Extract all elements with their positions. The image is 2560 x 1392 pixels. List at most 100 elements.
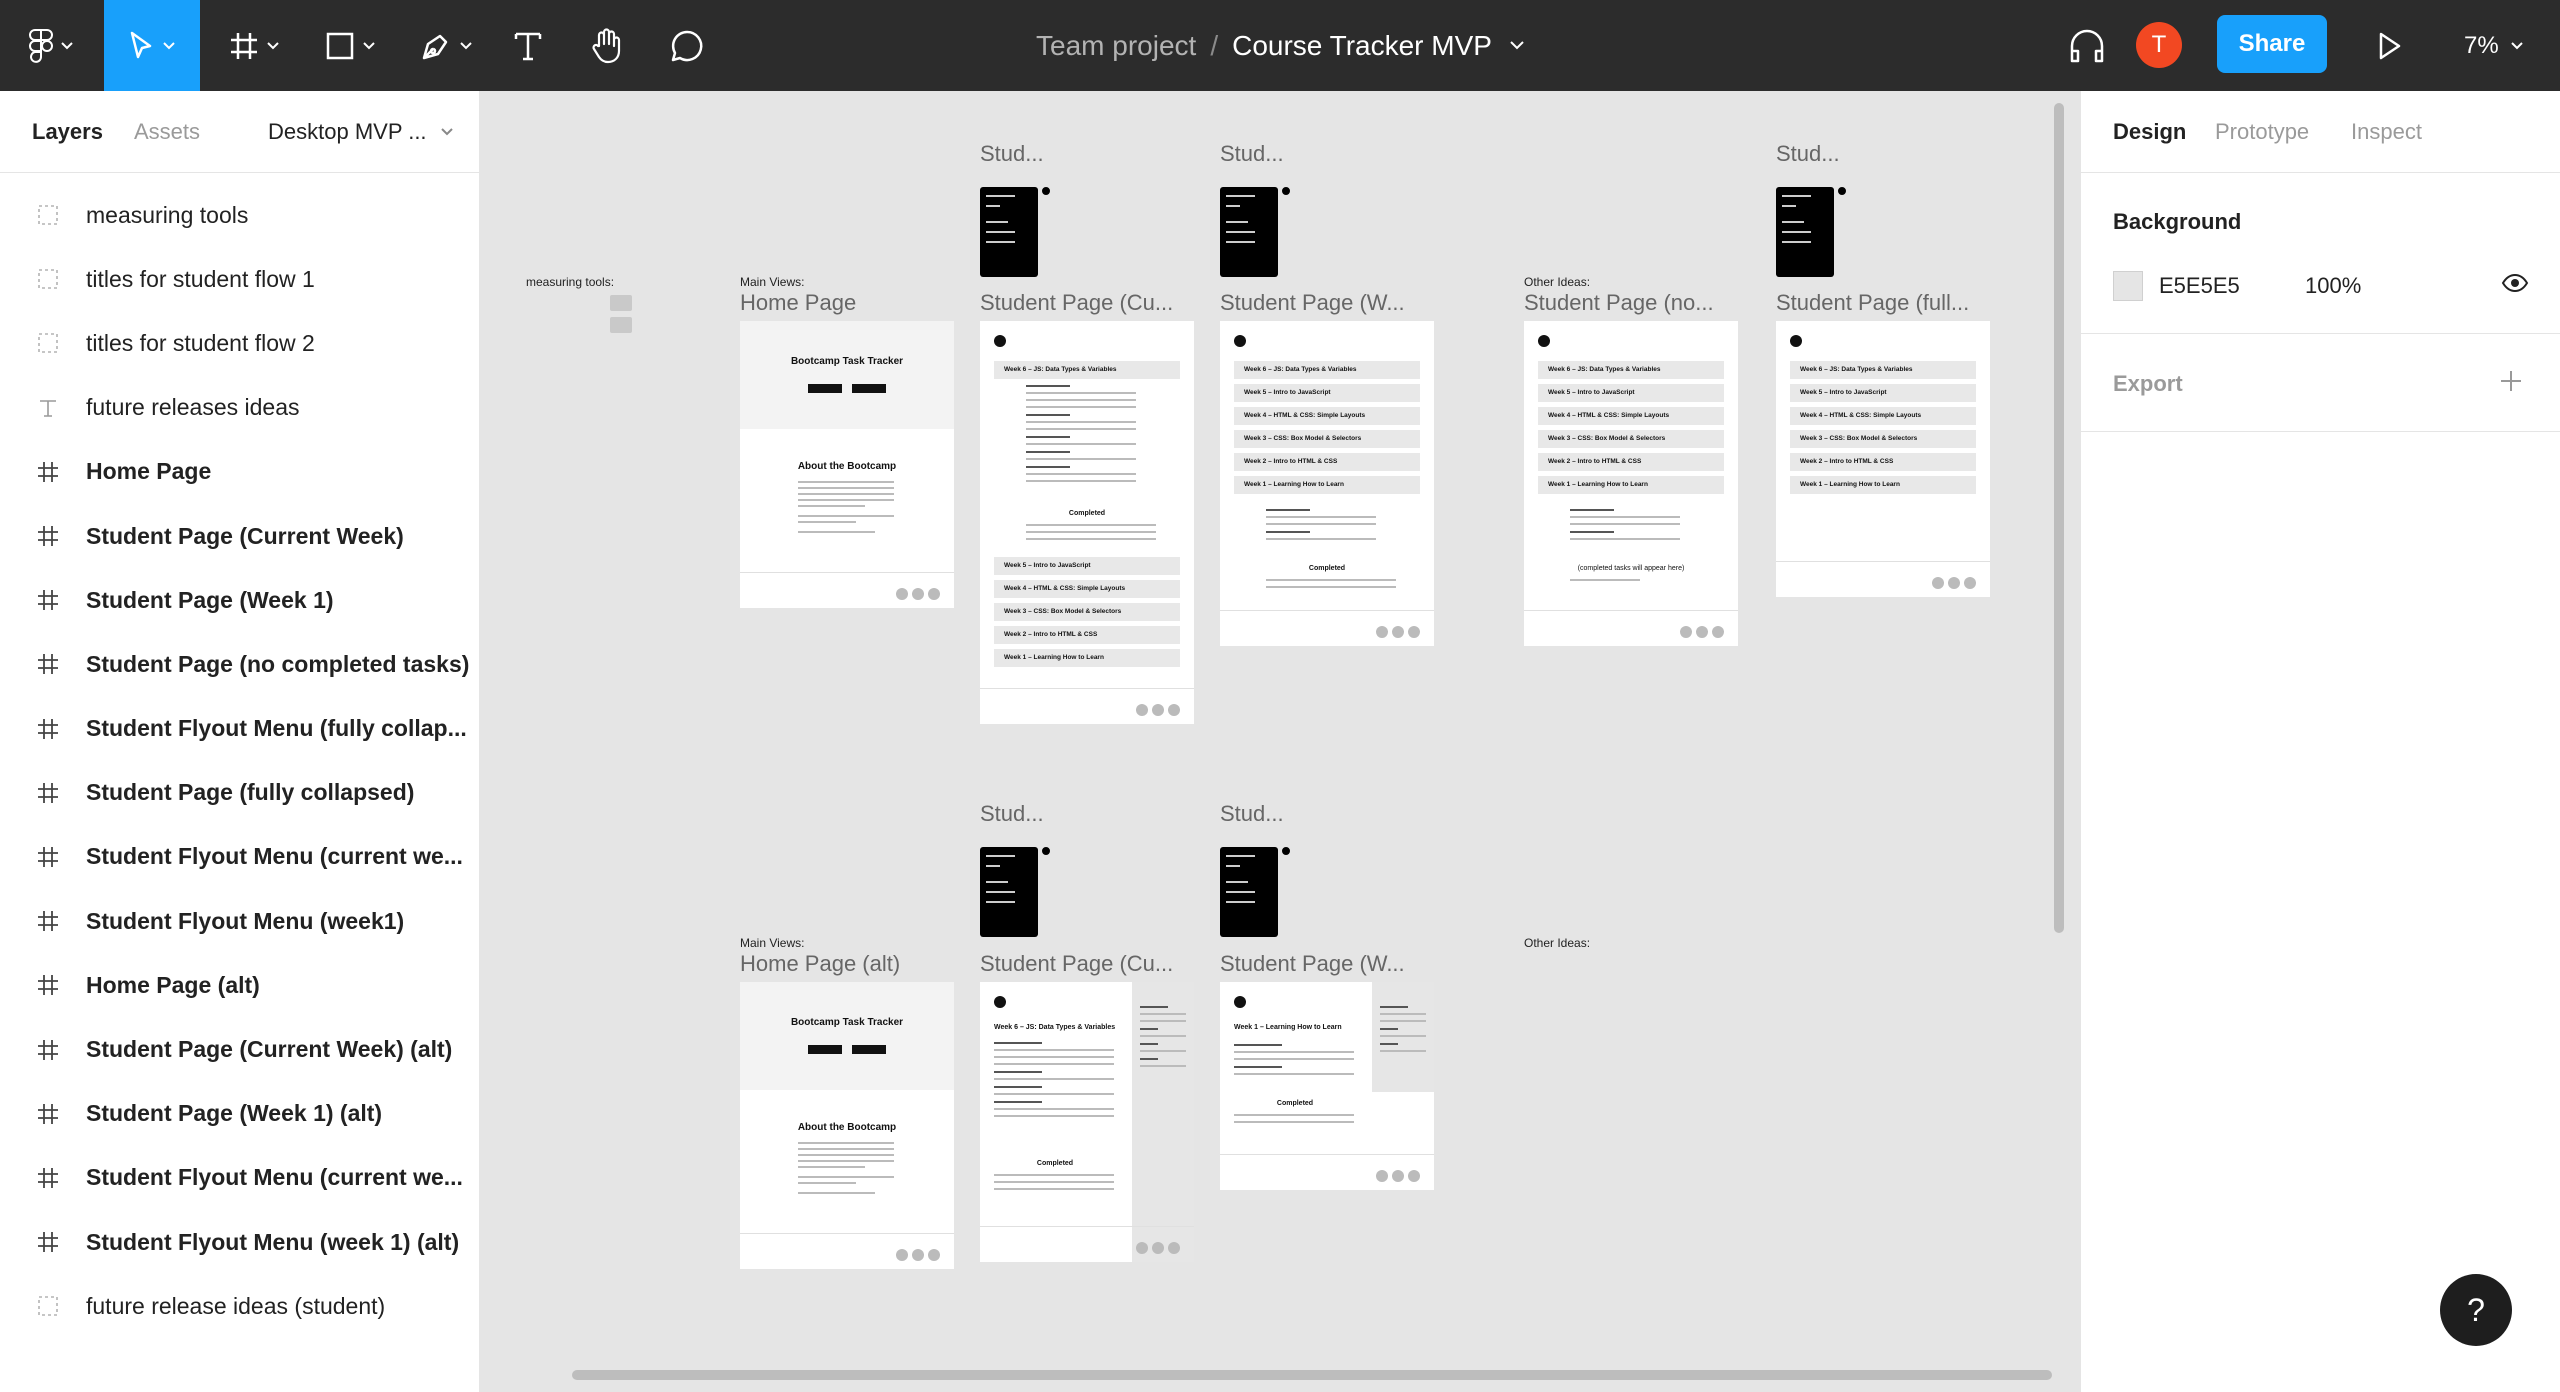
- frame-title-week1-alt[interactable]: Student Page (W...: [1220, 951, 1405, 977]
- frame-title-stud[interactable]: Stud...: [1220, 141, 1284, 167]
- flyout-menu-frame[interactable]: [980, 185, 1052, 277]
- home-page-frame[interactable]: Bootcamp Task Tracker About the Bootcamp: [740, 321, 954, 608]
- frame-title-full[interactable]: Student Page (full...: [1776, 290, 1969, 316]
- tab-inspect[interactable]: Inspect: [2351, 119, 2422, 145]
- comment-tool-button[interactable]: [658, 0, 716, 91]
- frame-title-home[interactable]: Home Page: [740, 290, 856, 316]
- layer-item[interactable]: Student Page (no completed tasks): [0, 632, 480, 696]
- layer-item[interactable]: measuring tools: [0, 183, 480, 247]
- page-selector[interactable]: Desktop MVP ...: [268, 119, 453, 145]
- frame-title-week1[interactable]: Student Page (W...: [1220, 290, 1405, 316]
- pen-tool-button[interactable]: [408, 0, 484, 91]
- week-heading: Week 6 – JS: Data Types & Variables: [1538, 361, 1724, 379]
- plus-icon[interactable]: [2499, 369, 2523, 393]
- student-page-full-frame[interactable]: Week 6 – JS: Data Types & Variables Week…: [1776, 321, 1990, 597]
- week-heading: Week 6 – JS: Data Types & Variables: [1234, 361, 1420, 379]
- frame-title-stud[interactable]: Stud...: [980, 141, 1044, 167]
- frame-title-stud[interactable]: Stud...: [980, 801, 1044, 827]
- vertical-scrollbar[interactable]: [2054, 103, 2064, 933]
- chevron-down-icon: [267, 41, 279, 49]
- horizontal-scrollbar[interactable]: [572, 1370, 2052, 1380]
- share-button[interactable]: Share: [2217, 15, 2327, 73]
- layer-item[interactable]: future release ideas (student): [0, 1274, 480, 1338]
- layer-label: Student Page (no completed tasks): [86, 650, 470, 677]
- frame-title-current[interactable]: Student Page (Cu...: [980, 290, 1173, 316]
- move-tool-button[interactable]: [104, 0, 200, 91]
- layer-item[interactable]: Student Flyout Menu (week1): [0, 889, 480, 953]
- tab-prototype[interactable]: Prototype: [2215, 119, 2309, 145]
- shape-tool-button[interactable]: [312, 0, 388, 91]
- home-title: Bootcamp Task Tracker: [790, 356, 904, 367]
- week-heading: Week 1 – Learning How to Learn: [1538, 476, 1724, 494]
- flyout-menu-frame[interactable]: [1776, 185, 1848, 277]
- student-page-current-frame[interactable]: Week 6 – JS: Data Types & Variables Comp…: [980, 321, 1194, 724]
- layer-item[interactable]: Home Page (alt): [0, 953, 480, 1017]
- week-heading: Week 1 – Learning How to Learn: [1234, 1024, 1342, 1031]
- chevron-down-icon: [363, 41, 375, 49]
- flyout-menu-frame[interactable]: [980, 845, 1052, 937]
- layer-item[interactable]: Home Page: [0, 440, 480, 504]
- frame-tool-button[interactable]: [216, 0, 292, 91]
- week-heading: Week 3 – CSS: Box Model & Selectors: [1538, 430, 1724, 448]
- chevron-down-icon: [2510, 41, 2523, 49]
- layer-item[interactable]: Student Page (Current Week) (alt): [0, 1017, 480, 1081]
- layer-item[interactable]: Student Flyout Menu (week 1) (alt): [0, 1210, 480, 1274]
- student-page-no-completed-frame[interactable]: Week 6 – JS: Data Types & Variables Week…: [1524, 321, 1738, 646]
- layer-item[interactable]: titles for student flow 2: [0, 311, 480, 375]
- page-name: Desktop MVP ...: [268, 119, 427, 144]
- flyout-menu-frame[interactable]: [1220, 845, 1292, 937]
- layer-item[interactable]: Student Page (Week 1): [0, 568, 480, 632]
- text-tool-button[interactable]: [500, 0, 556, 91]
- frame-title-stud[interactable]: Stud...: [1776, 141, 1840, 167]
- layer-item[interactable]: Student Page (fully collapsed): [0, 761, 480, 825]
- flyout-menu-frame[interactable]: [1220, 185, 1292, 277]
- layer-item[interactable]: Student Flyout Menu (current we...: [0, 1146, 480, 1210]
- background-color-swatch[interactable]: [2113, 271, 2143, 301]
- frame-title-no-completed[interactable]: Student Page (no...: [1524, 290, 1714, 316]
- layer-item[interactable]: Student Flyout Menu (fully collap...: [0, 697, 480, 761]
- week-heading: Week 1 – Learning How to Learn: [994, 649, 1180, 667]
- avatar[interactable]: T: [2136, 22, 2182, 68]
- measuring-tools-shape[interactable]: [610, 295, 632, 339]
- frame-title-current-alt[interactable]: Student Page (Cu...: [980, 951, 1173, 977]
- student-page-week1-frame[interactable]: Week 6 – JS: Data Types & Variables Week…: [1220, 321, 1434, 646]
- export-section-title[interactable]: Export: [2113, 371, 2183, 397]
- frame-icon: [34, 907, 62, 935]
- eye-icon[interactable]: [2501, 273, 2529, 293]
- hand-tool-button[interactable]: [578, 0, 636, 91]
- background-hex-input[interactable]: E5E5E5: [2159, 273, 2240, 299]
- layer-item[interactable]: Student Page (Current Week): [0, 504, 480, 568]
- zoom-level: 7%: [2464, 31, 2499, 59]
- chevron-down-icon[interactable]: [1510, 41, 1524, 50]
- group-icon: [34, 1292, 62, 1320]
- canvas[interactable]: measuring tools: Main Views: Home Page S…: [480, 91, 2080, 1392]
- file-name[interactable]: Course Tracker MVP: [1232, 30, 1492, 62]
- layer-item[interactable]: titles for student flow 1: [0, 247, 480, 311]
- figma-menu-icon: [29, 28, 53, 63]
- breadcrumb-team[interactable]: Team project: [1036, 30, 1196, 62]
- frame-icon: [34, 715, 62, 743]
- group-icon: [34, 201, 62, 229]
- zoom-dropdown[interactable]: 7%: [2464, 0, 2523, 91]
- home-page-alt-frame[interactable]: Bootcamp Task Tracker About the Bootcamp: [740, 982, 954, 1269]
- frame-icon: [34, 1036, 62, 1064]
- frame-title-home-alt[interactable]: Home Page (alt): [740, 951, 900, 977]
- completed-placeholder: (completed tasks will appear here): [1577, 565, 1685, 572]
- layer-item[interactable]: Student Page (Week 1) (alt): [0, 1082, 480, 1146]
- layer-item[interactable]: future releases ideas: [0, 376, 480, 440]
- help-button[interactable]: ?: [2440, 1274, 2512, 1346]
- student-page-current-alt-frame[interactable]: Week 6 – JS: Data Types & Variables Comp…: [980, 982, 1194, 1262]
- tab-design[interactable]: Design: [2113, 119, 2186, 145]
- background-opacity-input[interactable]: 100%: [2305, 273, 2361, 299]
- tab-assets[interactable]: Assets: [134, 119, 200, 145]
- student-page-week1-alt-frame[interactable]: Week 1 – Learning How to Learn Completed: [1220, 982, 1434, 1190]
- layer-item[interactable]: Student Flyout Menu (current we...: [0, 825, 480, 889]
- layer-label: Student Page (fully collapsed): [86, 779, 415, 806]
- figma-menu-button[interactable]: [18, 0, 84, 91]
- frame-title-stud[interactable]: Stud...: [1220, 801, 1284, 827]
- right-panel: Design Prototype Inspect Background E5E5…: [2080, 91, 2560, 1392]
- tab-layers[interactable]: Layers: [32, 119, 103, 145]
- audio-button[interactable]: [2062, 0, 2112, 91]
- present-button[interactable]: [2362, 0, 2418, 91]
- layer-label: Student Flyout Menu (current we...: [86, 843, 463, 870]
